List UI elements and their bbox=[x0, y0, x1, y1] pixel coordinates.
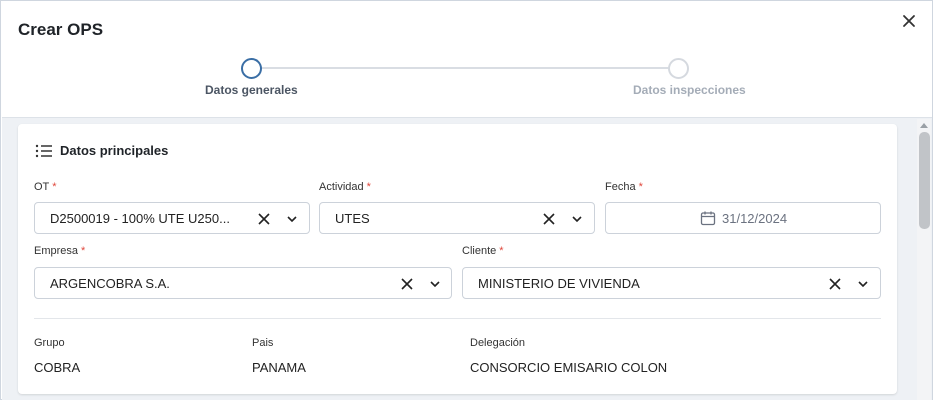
fecha-label-text: Fecha bbox=[605, 181, 636, 193]
required-marker: * bbox=[52, 181, 57, 193]
close-icon bbox=[903, 15, 915, 27]
step-2-label[interactable]: Datos inspecciones bbox=[633, 83, 746, 97]
scrollbar-thumb[interactable] bbox=[919, 132, 930, 229]
empresa-value: ARGENCOBRA S.A. bbox=[50, 276, 170, 291]
fecha-label: Fecha * bbox=[605, 181, 643, 193]
ot-select[interactable]: D2500019 - 100% UTE U250... bbox=[34, 202, 310, 234]
delegacion-label: Delegación bbox=[470, 337, 526, 349]
cliente-value: MINISTERIO DE VIVIENDA bbox=[478, 276, 640, 291]
delegacion-value: CONSORCIO EMISARIO COLON bbox=[470, 360, 668, 375]
empresa-label-text: Empresa bbox=[34, 245, 79, 257]
actividad-label-text: Actividad bbox=[319, 181, 364, 193]
clear-icon[interactable] bbox=[257, 212, 271, 226]
ot-label-text: OT bbox=[34, 181, 50, 193]
chevron-down-icon[interactable] bbox=[857, 279, 869, 289]
clear-icon[interactable] bbox=[828, 277, 842, 291]
clear-icon[interactable] bbox=[400, 277, 414, 291]
fecha-value: 31/12/2024 bbox=[722, 211, 788, 226]
section-title: Datos principales bbox=[60, 143, 169, 158]
required-marker: * bbox=[81, 245, 86, 257]
grupo-label: Grupo bbox=[34, 337, 65, 349]
create-ops-dialog: Crear OPS Datos generales Datos inspecci… bbox=[0, 0, 933, 400]
cliente-select[interactable]: MINISTERIO DE VIVIENDA bbox=[462, 267, 881, 299]
clear-icon[interactable] bbox=[542, 212, 556, 226]
required-marker: * bbox=[499, 245, 504, 257]
chevron-down-icon[interactable] bbox=[429, 279, 441, 289]
step-2-indicator[interactable] bbox=[668, 58, 689, 79]
step-1-indicator[interactable] bbox=[241, 58, 262, 79]
pais-label: Pais bbox=[252, 337, 274, 349]
grupo-value: COBRA bbox=[34, 360, 81, 375]
required-marker: * bbox=[638, 181, 643, 193]
empresa-select[interactable]: ARGENCOBRA S.A. bbox=[34, 267, 452, 299]
calendar-icon bbox=[700, 211, 716, 226]
chevron-down-icon[interactable] bbox=[286, 214, 298, 224]
list-icon bbox=[35, 144, 52, 158]
close-button[interactable] bbox=[899, 11, 919, 31]
actividad-value: UTES bbox=[335, 211, 370, 226]
cliente-label-text: Cliente bbox=[462, 245, 497, 257]
stepper-connector bbox=[261, 67, 669, 69]
section-divider bbox=[34, 318, 881, 319]
chevron-down-icon[interactable] bbox=[571, 214, 583, 224]
scroll-up-arrow[interactable] bbox=[920, 123, 928, 128]
step-1-label[interactable]: Datos generales bbox=[205, 83, 298, 97]
actividad-select[interactable]: UTES bbox=[319, 202, 595, 234]
required-marker: * bbox=[366, 181, 371, 193]
pais-value: PANAMA bbox=[252, 360, 306, 375]
dialog-title: Crear OPS bbox=[18, 20, 104, 39]
cliente-label: Cliente * bbox=[462, 245, 504, 257]
ot-value: D2500019 - 100% UTE U250... bbox=[50, 211, 230, 226]
actividad-label: Actividad * bbox=[319, 181, 371, 193]
fecha-date-input[interactable]: 31/12/2024 bbox=[605, 202, 881, 234]
main-data-card bbox=[18, 124, 897, 394]
ot-label: OT * bbox=[34, 181, 57, 193]
empresa-label: Empresa * bbox=[34, 245, 85, 257]
